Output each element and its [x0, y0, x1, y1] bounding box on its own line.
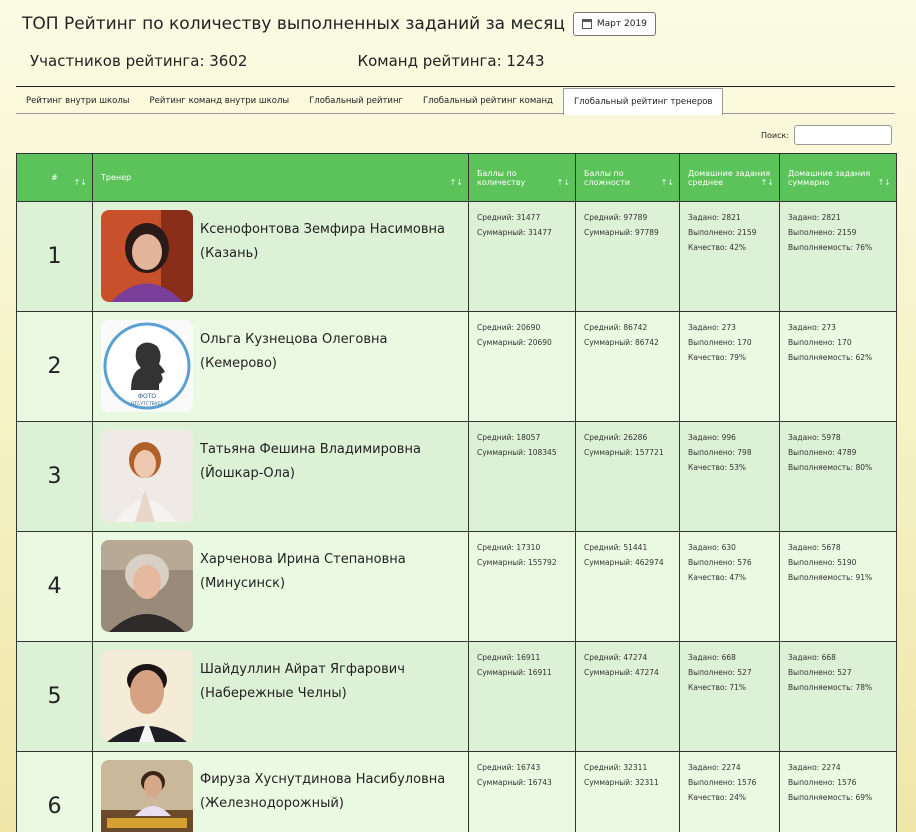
trainer-cell: ФОТО ОТСУТСТВУЕТ Ольга Кузнецова Олеговна…	[92, 311, 469, 422]
trainer-cell: Фируза Хуснутдинова Насибуловна (Железнод…	[92, 751, 469, 832]
rank-cell: 1	[16, 201, 93, 312]
trainer-city: (Казань)	[200, 246, 259, 261]
trainer-name[interactable]: Татьяна Фешина Владимировна	[200, 438, 421, 462]
trainer-name[interactable]: Шайдуллин Айрат Ягфарович	[200, 658, 405, 682]
points-quantity-cell: Средний: 17310 Суммарный: 155792	[468, 531, 576, 642]
trainers-table: # ↑↓ Тренер ↑↓ Баллы по количеству ↑↓ Баллы…	[16, 153, 897, 832]
trainer-name[interactable]: Харченова Ирина Степановна	[200, 548, 406, 572]
homework-total-cell: Задано: 5978 Выполнено: 4789 Выполняемость…	[779, 421, 897, 532]
points-quantity-cell: Средний: 16743 Суммарный: 16743	[468, 751, 576, 832]
homework-average-cell: Задано: 668 Выполнено: 527 Качество: 71%	[679, 641, 780, 752]
trainer-avatar	[101, 210, 193, 302]
trainer-city: (Кемерово)	[200, 356, 277, 371]
points-difficulty-cell: Средний: 32311 Суммарный: 32311	[575, 751, 680, 832]
trainer-avatar	[101, 760, 193, 832]
homework-average-cell: Задано: 2821 Выполнено: 2159 Качество: 42%	[679, 201, 780, 312]
table-header-row: # ↑↓ Тренер ↑↓ Баллы по количеству ↑↓ Баллы…	[16, 153, 897, 202]
sort-icon: ↑↓	[877, 178, 891, 187]
trainer-cell: Харченова Ирина Степановна (Минусинск)	[92, 531, 469, 642]
points-difficulty-cell: Средний: 86742 Суммарный: 86742	[575, 311, 680, 422]
table-row: 6 Фируза Хуснутдинова Насибуловна (Железн…	[16, 751, 897, 832]
points-quantity-cell: Средний: 31477 Суммарный: 31477	[468, 201, 576, 312]
tab-global-trainers-rating[interactable]: Глобальный рейтинг тренеров	[562, 88, 724, 115]
participants-count: Участников рейтинга: 3602	[30, 52, 248, 70]
trainer-avatar	[101, 540, 193, 632]
homework-average-cell: Задано: 630 Выполнено: 576 Качество: 47%	[679, 531, 780, 642]
table-row: 5 Шайдуллин Айрат Ягфарович (Набережные Ч…	[16, 641, 897, 752]
search-input[interactable]	[794, 125, 893, 145]
trainer-cell: Шайдуллин Айрат Ягфарович (Набережные Чел…	[92, 641, 469, 752]
trainer-name[interactable]: Ксенофонтова Земфира Насимовна	[200, 218, 445, 242]
homework-total-cell: Задано: 2821 Выполнено: 2159 Выполняемость…	[779, 201, 897, 312]
tab-school-rating[interactable]: Рейтинг внутри школы	[16, 88, 140, 114]
homework-total-cell: Задано: 273 Выполнено: 170 Выполняемость: …	[779, 311, 897, 422]
rating-stats: Участников рейтинга: 3602 Команд рейтинг…	[30, 52, 545, 70]
table-row: 3 Татьяна Фешина Владимировна (Йошкар-Ола…	[16, 421, 897, 532]
rank-cell: 4	[16, 531, 93, 642]
column-header-points-quantity[interactable]: Баллы по количеству ↑↓	[468, 153, 576, 202]
trainer-city: (Железнодорожный)	[200, 796, 344, 811]
column-header-points-difficulty[interactable]: Баллы по сложности ↑↓	[575, 153, 680, 202]
trainer-cell: Татьяна Фешина Владимировна (Йошкар-Ола)	[92, 421, 469, 532]
column-header-rank[interactable]: # ↑↓	[16, 153, 93, 202]
points-difficulty-cell: Средний: 26286 Суммарный: 157721	[575, 421, 680, 532]
trainer-city: (Набережные Челны)	[200, 686, 347, 701]
photo-text-2: ОТСУТСТВУЕТ	[131, 401, 163, 407]
photo-text-1: ФОТО	[138, 393, 157, 400]
sort-icon: ↑↓	[449, 178, 463, 187]
column-header-trainer[interactable]: Тренер ↑↓	[92, 153, 469, 202]
rank-cell: 5	[16, 641, 93, 752]
table-row: 4 Харченова Ирина Степановна (Минусинск) …	[16, 531, 897, 642]
tab-school-teams-rating[interactable]: Рейтинг команд внутри школы	[140, 88, 300, 114]
table-row: 1 Ксенофонтова Земфира Насимовна (Казань)…	[16, 201, 897, 312]
sort-icon: ↑↓	[73, 178, 87, 187]
divider	[16, 86, 895, 87]
sort-icon: ↑↓	[556, 178, 570, 187]
search-label: Поиск:	[761, 130, 790, 140]
sort-icon: ↑↓	[660, 178, 674, 187]
rank-cell: 6	[16, 751, 93, 832]
month-label: Март 2019	[596, 19, 647, 29]
trainer-city: (Йошкар-Ола)	[200, 466, 295, 481]
rating-tabs: Рейтинг внутри школы Рейтинг команд внут…	[16, 88, 895, 115]
tab-global-rating[interactable]: Глобальный рейтинг	[299, 88, 413, 114]
homework-average-cell: Задано: 2274 Выполнено: 1576 Качество: 24%	[679, 751, 780, 832]
rank-cell: 2	[16, 311, 93, 422]
points-difficulty-cell: Средний: 47274 Суммарный: 47274	[575, 641, 680, 752]
homework-total-cell: Задано: 5678 Выполнено: 5190 Выполняемость…	[779, 531, 897, 642]
trainer-avatar	[101, 430, 193, 522]
trainer-name[interactable]: Фируза Хуснутдинова Насибуловна	[200, 768, 445, 792]
search-box: Поиск:	[761, 125, 893, 145]
points-quantity-cell: Средний: 20690 Суммарный: 20690	[468, 311, 576, 422]
points-quantity-cell: Средний: 18057 Суммарный: 108345	[468, 421, 576, 532]
trainer-cell: Ксенофонтова Земфира Насимовна (Казань)	[92, 201, 469, 312]
month-selector-button[interactable]: Март 2019	[572, 12, 656, 36]
homework-average-cell: Задано: 996 Выполнено: 798 Качество: 53%	[679, 421, 780, 532]
table-row: 2 ФОТО ОТСУТСТВУЕТ Ольга Кузнецова Олегов…	[16, 311, 897, 422]
page-header: ТОП Рейтинг по количеству выполненных за…	[22, 12, 656, 36]
column-header-homework-average[interactable]: Домашние задания среднее ↑↓	[679, 153, 780, 202]
rank-cell: 3	[16, 421, 93, 532]
teams-count: Команд рейтинга: 1243	[357, 52, 545, 70]
column-header-homework-total[interactable]: Домашние задания суммарно ↑↓	[779, 153, 897, 202]
no-photo-placeholder-icon: ФОТО ОТСУТСТВУЕТ	[101, 320, 193, 412]
calendar-icon	[581, 19, 592, 29]
trainer-name[interactable]: Ольга Кузнецова Олеговна	[200, 328, 387, 352]
trainer-avatar	[101, 650, 193, 742]
points-quantity-cell: Средний: 16911 Суммарный: 16911	[468, 641, 576, 752]
points-difficulty-cell: Средний: 97789 Суммарный: 97789	[575, 201, 680, 312]
sort-icon: ↑↓	[760, 178, 774, 187]
homework-total-cell: Задано: 668 Выполнено: 527 Выполняемость: …	[779, 641, 897, 752]
points-difficulty-cell: Средний: 51441 Суммарный: 462974	[575, 531, 680, 642]
homework-average-cell: Задано: 273 Выполнено: 170 Качество: 79%	[679, 311, 780, 422]
tab-global-teams-rating[interactable]: Глобальный рейтинг команд	[413, 88, 563, 114]
trainer-city: (Минусинск)	[200, 576, 286, 591]
page-title: ТОП Рейтинг по количеству выполненных за…	[22, 14, 565, 34]
homework-total-cell: Задано: 2274 Выполнено: 1576 Выполняемость…	[779, 751, 897, 832]
